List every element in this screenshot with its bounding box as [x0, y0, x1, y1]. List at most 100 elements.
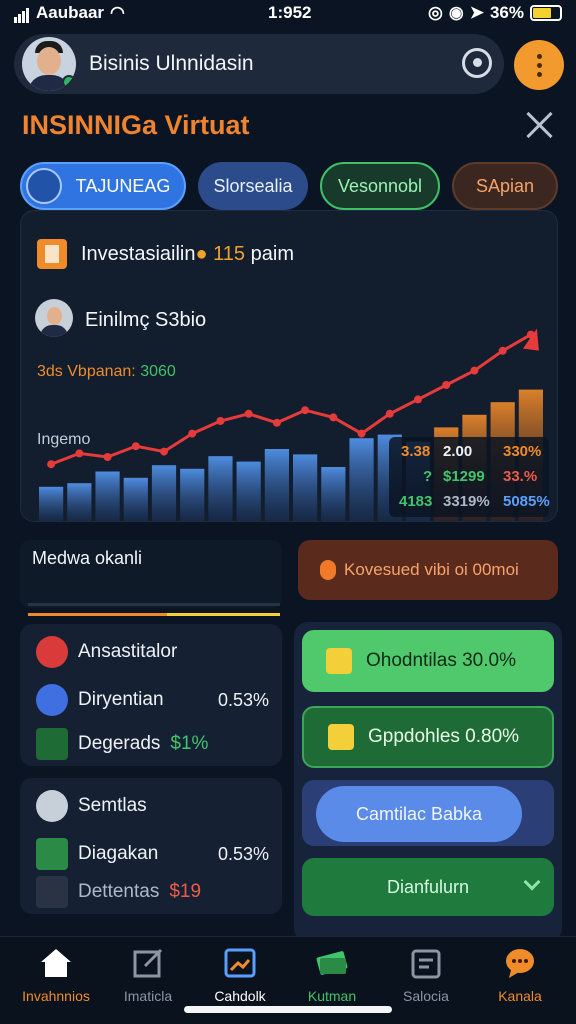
cta-button[interactable]: Kovesued vibi oi 00moi — [298, 540, 558, 600]
tab-1[interactable]: TAJUNEAG — [20, 162, 186, 210]
action-button-1-label: Ohodntilas 30.0% — [366, 650, 516, 671]
money-stack-icon — [315, 946, 349, 980]
action-button-3[interactable]: Camtilac Babka — [316, 786, 522, 842]
alarm-icon: ◉ — [448, 3, 464, 22]
chat-icon[interactable] — [462, 48, 492, 78]
nav-money[interactable]: Kutman — [284, 946, 380, 1004]
info-card-2-row-1: Diagakan 0.53% — [36, 838, 276, 870]
chart-bar — [151, 465, 177, 521]
coin-icon: ● — [195, 243, 208, 265]
action-button-2-label: Gppdohles 0.80% — [368, 726, 520, 747]
chart-bar — [208, 456, 233, 521]
nav-home[interactable]: Invahnnios — [8, 946, 104, 1004]
cta-label: Kovesued vibi oi 00moi — [344, 560, 519, 579]
cash-icon — [36, 838, 68, 870]
section-title: Medwa okanli — [32, 548, 143, 568]
stat-r3c3: 5085% — [503, 493, 550, 510]
calendar-icon — [409, 946, 443, 980]
chart-point — [385, 409, 394, 418]
more-menu-button[interactable] — [514, 40, 564, 90]
home-indicator[interactable] — [184, 1006, 392, 1013]
carrier-label: Aaubaar — [36, 3, 105, 22]
chart-badge-value: 115 — [213, 243, 246, 265]
chart-point — [470, 366, 479, 375]
online-status-icon — [62, 75, 76, 89]
battery-percent: 36% — [489, 3, 524, 22]
chart-bar — [349, 438, 374, 521]
avatar[interactable] — [22, 37, 76, 91]
info-card-1-row-1-value: 0.53% — [218, 689, 270, 710]
tab-coin-icon — [26, 168, 62, 204]
nav-chat[interactable]: Kanala — [472, 946, 568, 1004]
chart-point — [301, 406, 310, 415]
chart-note-text: 3ds Vbpanan: — [37, 363, 136, 380]
tab-2[interactable]: Slorsealia — [198, 162, 308, 210]
chart-point — [414, 395, 422, 404]
person-icon — [36, 636, 68, 668]
chart-y-label: Ingemo — [37, 431, 91, 448]
stat-r1c3: 330% — [503, 443, 542, 460]
info-card-1-row-1-label: Diryentian — [78, 689, 164, 710]
chart-note: 3ds Vbpanan: 3060 — [37, 363, 176, 381]
tab-3[interactable]: Vesonnobl — [320, 162, 440, 210]
nav-chat-label: Kanala — [498, 988, 542, 1004]
chart-point — [329, 413, 338, 422]
investment-chart-card[interactable]: Investasiailin● 115 paim Einilmç S3bio 3… — [20, 210, 558, 522]
close-icon[interactable] — [524, 110, 554, 140]
chevron-down-icon — [523, 873, 541, 891]
info-card-1-title-row: Ansastitalor — [36, 636, 177, 668]
chart-bar — [95, 471, 120, 521]
chart-note-value: 3060 — [140, 363, 176, 380]
chart-bar — [39, 486, 64, 521]
stat-r2c1: ? — [423, 468, 433, 485]
chart-bar — [67, 483, 92, 521]
info-card-2-row-2-value: $19 — [169, 881, 202, 902]
info-card-2-row-1-value: 0.53% — [218, 843, 270, 864]
dropdown-select[interactable]: Dianfulurn — [302, 858, 554, 916]
chart-point — [47, 460, 56, 469]
nav-calendar[interactable]: Cahdolk — [192, 946, 288, 1004]
nav-edit[interactable]: Imaticla — [100, 946, 196, 1004]
chart-point — [103, 453, 112, 461]
nav-home-label: Invahnnios — [22, 988, 90, 1004]
chart-bar — [293, 454, 318, 521]
clock: 1:952 — [268, 3, 312, 22]
action-button-1[interactable]: Ohodntilas 30.0% — [302, 630, 554, 692]
chart-point — [160, 447, 168, 456]
chart-title-text: Investasiailin — [81, 243, 196, 265]
chart-title: Investasiailin● 115 paim — [81, 243, 294, 266]
money-icon — [36, 728, 68, 760]
nav-money-label: Kutman — [307, 988, 357, 1004]
wallet-icon — [326, 648, 352, 674]
nav-schedule[interactable]: Salocia — [378, 946, 474, 1004]
chart-subtitle: Einilmç S3bio — [85, 309, 207, 331]
chart-point — [498, 346, 507, 355]
info-card-2-title: Semtlas — [78, 795, 147, 816]
page-title: INSINNIGa Virtuat — [22, 110, 250, 140]
lock-rotation-icon: ◎ — [428, 3, 443, 22]
dropdown-label: Dianfulurn — [386, 876, 470, 897]
chart-bar — [236, 461, 261, 521]
chart-point — [216, 417, 225, 425]
image-icon — [223, 946, 257, 980]
wifi-icon: ◠ — [110, 3, 125, 22]
nav-calendar-label: Cahdolk — [214, 988, 266, 1004]
person-icon — [36, 790, 68, 822]
chart-point — [357, 429, 366, 438]
flame-icon — [320, 560, 336, 580]
header-title: Bisinis Ulnnidasin — [89, 52, 254, 75]
profile-header[interactable]: Bisinis Ulnnidasin — [14, 34, 504, 94]
tab-4[interactable]: SApian — [452, 162, 558, 210]
stat-r3c1: 4183 — [399, 493, 433, 510]
chart-bar — [180, 468, 205, 521]
info-card-1-row-2: Degerads $1% — [36, 728, 208, 760]
action-button-2[interactable]: Gppdohles 0.80% — [302, 706, 554, 768]
more-icon — [536, 53, 542, 59]
document-icon — [37, 239, 67, 269]
info-card-2-row-2: Dettentas $19 — [36, 876, 201, 908]
info-card-2-row-2-label: Dettentas — [78, 881, 160, 902]
chart-point — [272, 418, 281, 427]
chart-point — [131, 442, 140, 451]
chart-point — [75, 449, 84, 458]
stat-r1c2: 2.00 — [443, 443, 473, 460]
